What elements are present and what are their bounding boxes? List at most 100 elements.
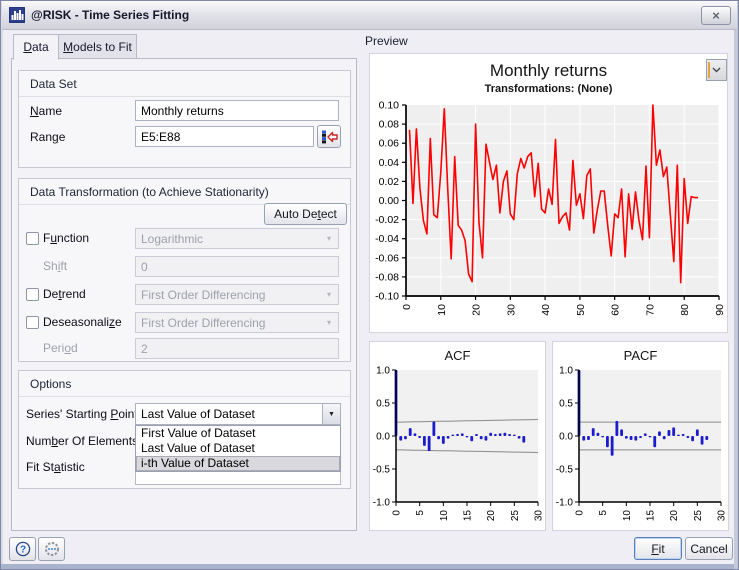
dialog-window: @RISK - Time Series Fitting × Data Model…: [0, 0, 739, 570]
svg-text:-0.02: -0.02: [375, 214, 399, 226]
svg-text:0.5: 0.5: [376, 399, 390, 410]
partially-hidden-field: [135, 472, 341, 485]
svg-text:-1.0: -1.0: [373, 498, 391, 509]
svg-text:0.5: 0.5: [559, 399, 573, 410]
function-checkbox[interactable]: [26, 232, 39, 245]
svg-text:20: 20: [669, 510, 680, 522]
pacf-chart-title: PACF: [553, 348, 728, 363]
detrend-checkbox[interactable]: [26, 288, 39, 301]
shift-input: [135, 256, 339, 277]
acf-chart-title: ACF: [370, 348, 545, 363]
dropdown-item-last-value[interactable]: Last Value of Dataset: [136, 441, 340, 456]
acf-chart-card: ACF 1.00.50.0-0.5-1.0051015202530: [369, 341, 546, 531]
svg-text:90: 90: [714, 304, 726, 316]
svg-text:15: 15: [463, 510, 474, 522]
starting-point-value: Last Value of Dataset: [136, 404, 322, 424]
svg-text:-0.08: -0.08: [375, 271, 399, 283]
svg-text:20: 20: [486, 510, 497, 522]
svg-text:5: 5: [415, 510, 426, 516]
svg-text:0.00: 0.00: [379, 195, 400, 207]
pacf-chart-card: PACF 1.00.50.0-0.5-1.0051015202530: [552, 341, 729, 531]
main-chart-title: Monthly returns: [370, 61, 727, 81]
svg-text:-0.04: -0.04: [375, 233, 399, 245]
tab-data[interactable]: Data: [13, 34, 59, 60]
svg-text:0.0: 0.0: [559, 432, 573, 443]
gear-icon: [44, 541, 60, 557]
name-label: Name: [30, 104, 62, 118]
settings-button[interactable]: [38, 537, 65, 561]
close-icon: ×: [712, 9, 720, 22]
chevron-down-icon: ▾: [320, 285, 338, 304]
main-chart-subtitle: Transformations: (None): [370, 83, 727, 95]
svg-text:0.0: 0.0: [376, 432, 390, 443]
options-header: Options: [19, 371, 350, 397]
deseasonalize-checkbox[interactable]: [26, 316, 39, 329]
svg-text:0: 0: [575, 510, 586, 516]
detrend-select-value: First Order Differencing: [136, 285, 320, 304]
svg-text:1.0: 1.0: [559, 366, 573, 377]
fit-statistic-label: Fit Statistic: [26, 460, 85, 474]
period-label: Period: [43, 341, 78, 355]
starting-point-select[interactable]: Last Value of Dataset ▼: [135, 403, 341, 425]
svg-text:70: 70: [644, 304, 656, 316]
tab-models-label: Models to Fit: [63, 40, 132, 54]
acf-chart: 1.00.50.0-0.5-1.0051015202530: [370, 366, 545, 530]
svg-text:50: 50: [575, 304, 587, 316]
pacf-chart: 1.00.50.0-0.5-1.0051015202530: [553, 366, 728, 530]
svg-text:0: 0: [401, 304, 413, 310]
svg-text:60: 60: [610, 304, 622, 316]
range-picker-button[interactable]: [317, 125, 341, 148]
tab-models-to-fit[interactable]: Models to Fit: [59, 34, 137, 59]
function-select[interactable]: Logarithmic ▾: [135, 228, 339, 249]
function-select-value: Logarithmic: [136, 229, 320, 248]
title-bar: @RISK - Time Series Fitting: [2, 1, 737, 30]
auto-detect-button[interactable]: Auto Detect: [264, 203, 347, 225]
tab-data-label: Data: [23, 40, 48, 54]
range-input[interactable]: [135, 126, 314, 147]
cancel-button[interactable]: Cancel: [685, 537, 733, 560]
svg-text:0.02: 0.02: [379, 176, 400, 188]
svg-text:-0.06: -0.06: [375, 252, 399, 264]
detrend-select[interactable]: First Order Differencing ▾: [135, 284, 339, 305]
starting-point-label: Series' Starting Point: [26, 407, 138, 421]
svg-text:0: 0: [392, 510, 403, 516]
dropdown-item-first-value[interactable]: First Value of Dataset: [136, 426, 340, 441]
preview-options-dropdown-button[interactable]: [706, 59, 727, 81]
period-input: [135, 338, 339, 359]
svg-text:10: 10: [436, 304, 448, 316]
number-of-elements-label: Number Of Elements: [26, 434, 138, 448]
preview-label: Preview: [365, 34, 408, 48]
name-input[interactable]: [135, 100, 339, 121]
function-label: Function: [43, 231, 89, 245]
svg-text:0.10: 0.10: [379, 100, 400, 112]
svg-text:0.04: 0.04: [379, 157, 400, 169]
svg-text:-1.0: -1.0: [556, 498, 574, 509]
svg-text:?: ?: [19, 545, 25, 556]
deseasonalize-select-value: First Order Differencing: [136, 313, 320, 332]
chevron-down-icon: ▼: [322, 404, 340, 424]
fit-button[interactable]: Fit: [634, 537, 682, 560]
starting-point-dropdown-list: First Value of Dataset Last Value of Dat…: [135, 425, 341, 472]
svg-text:1.0: 1.0: [376, 366, 390, 377]
svg-text:30: 30: [534, 510, 545, 522]
svg-text:-0.10: -0.10: [375, 291, 399, 303]
svg-text:20: 20: [471, 304, 483, 316]
dropdown-item-ith-value[interactable]: i-th Value of Dataset: [136, 456, 340, 471]
chevron-down-icon: [712, 67, 721, 73]
close-button[interactable]: ×: [701, 6, 731, 25]
svg-text:0.06: 0.06: [379, 138, 400, 150]
window-title: @RISK - Time Series Fitting: [31, 8, 189, 22]
svg-text:25: 25: [693, 510, 704, 522]
chevron-down-icon: ▾: [320, 229, 338, 248]
help-icon: ?: [15, 541, 31, 557]
svg-text:15: 15: [646, 510, 657, 522]
data-set-header: Data Set: [19, 71, 350, 97]
auto-detect-label: Auto Detect: [274, 207, 337, 221]
help-button[interactable]: ?: [9, 537, 36, 561]
svg-text:10: 10: [439, 510, 450, 522]
deseasonalize-select[interactable]: First Order Differencing ▾: [135, 312, 339, 333]
svg-text:80: 80: [679, 304, 691, 316]
svg-text:0.08: 0.08: [379, 119, 400, 131]
svg-text:5: 5: [598, 510, 609, 516]
svg-text:-0.5: -0.5: [556, 465, 574, 476]
